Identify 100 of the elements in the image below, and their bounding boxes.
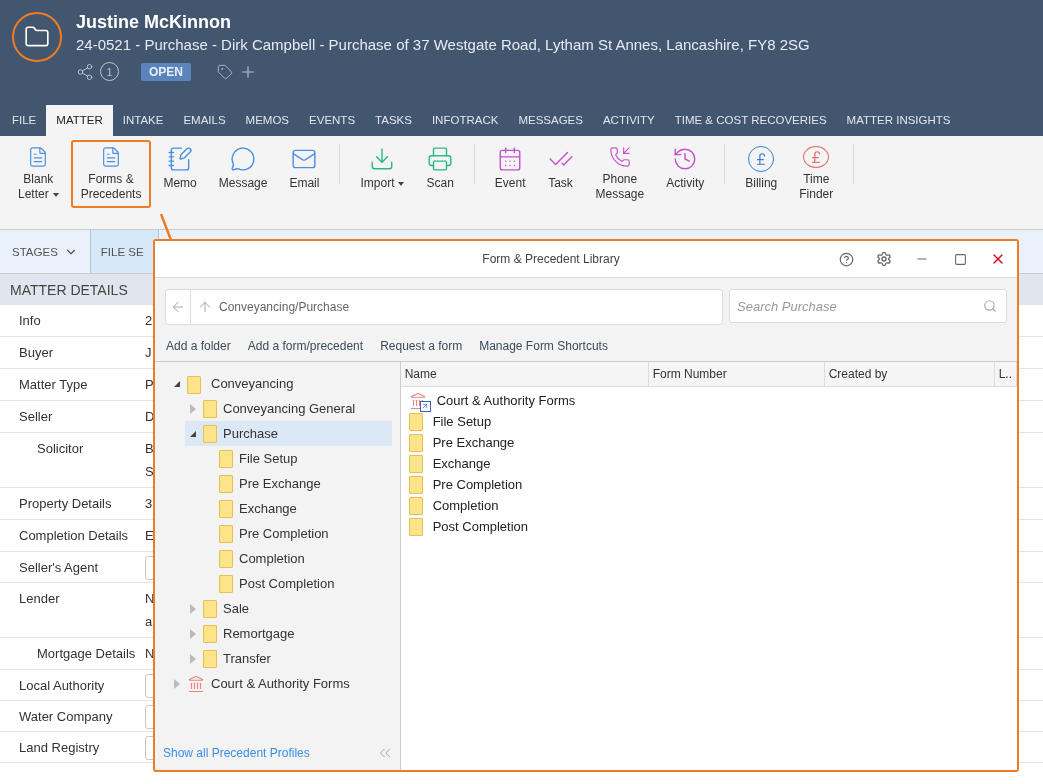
tree-item[interactable]: Conveyancing General [185, 396, 392, 421]
field-label: Seller's Agent [18, 559, 100, 577]
collapsed-icon[interactable] [190, 628, 196, 639]
folder-icon [219, 524, 233, 543]
ribbon-button[interactable]: Scan [416, 140, 464, 208]
menu-tab[interactable]: TIME & COST RECOVERIES [664, 105, 837, 136]
expanded-icon[interactable] [174, 380, 180, 387]
field-value: N [145, 591, 155, 606]
list-item[interactable]: File Setup [400, 411, 1017, 432]
tree-item[interactable]: Remortgage [185, 621, 392, 646]
matter-description: 24-0521 - Purchase - Dirk Campbell - Purchase of 37 Westgate Road, Lytham St Annes, Lancashire, FY8 2SG [76, 36, 810, 53]
ribbon-button[interactable]: Message [208, 140, 278, 208]
menu-tab[interactable]: EVENTS [299, 105, 366, 136]
ribbon-button[interactable]: Forms & Precedents [70, 140, 152, 208]
status-badge: OPEN [141, 62, 191, 81]
field-value: B [145, 441, 154, 456]
collapsed-icon[interactable] [190, 403, 196, 414]
field-label: Solicitor [36, 440, 85, 458]
menu-tab[interactable]: MATTER INSIGHTS [836, 105, 961, 136]
field-value: J [145, 345, 152, 360]
tree-item[interactable]: Pre Exchange [201, 471, 392, 496]
folder-icon [408, 496, 423, 515]
menu-tab[interactable]: FILE [2, 105, 47, 136]
client-name: Justine McKinnon [76, 12, 232, 33]
tree-item[interactable]: Completion [201, 546, 392, 571]
field-value: P [145, 377, 154, 392]
dialog-title: Form & Precedent Library [481, 252, 621, 266]
toolbar-link[interactable]: Add a folder [166, 339, 231, 353]
column-header[interactable]: Created by [824, 362, 995, 386]
ribbon-button[interactable]: Task [537, 140, 584, 208]
ribbon-button[interactable]: Blank Letter [8, 140, 69, 208]
field-value: 2 [145, 313, 153, 328]
column-header[interactable]: Form Number [648, 362, 825, 386]
stages-dropdown[interactable]: STAGES [0, 230, 91, 273]
path-field[interactable]: Conveyancing/Purchase [165, 289, 723, 325]
speech-bubble-icon [230, 146, 257, 172]
list-item[interactable]: Court & Authority Forms [400, 390, 1017, 411]
tree-item[interactable]: Transfer [185, 646, 392, 671]
field-label: Seller [18, 408, 54, 426]
expanded-icon[interactable] [190, 430, 196, 437]
collapsed-icon[interactable] [190, 653, 196, 664]
field-label: Completion Details [18, 527, 130, 545]
caret-icon [398, 181, 405, 186]
menu-tab[interactable]: ACTIVITY [592, 105, 665, 136]
list-item[interactable]: Exchange [400, 453, 1017, 474]
field-value: N [145, 646, 155, 661]
folder-icon [408, 517, 423, 536]
folder-icon [203, 624, 217, 643]
toolbar-link[interactable]: Manage Form Shortcuts [479, 339, 608, 353]
ribbon-button[interactable]: Email [279, 140, 330, 208]
collapsed-icon[interactable] [174, 678, 180, 689]
tree-item[interactable]: Post Completion [201, 571, 392, 596]
search-field[interactable]: Search Purchase [729, 289, 1007, 323]
ribbon-button[interactable]: Activity [656, 140, 715, 208]
folder-icon [203, 649, 217, 668]
folder-icon [408, 454, 423, 473]
field-label: Lender [18, 590, 61, 608]
tree-item[interactable]: Pre Completion [201, 521, 392, 546]
tag-icon[interactable] [217, 63, 233, 80]
ribbon-button[interactable]: Phone Message [585, 140, 655, 208]
folder-icon [219, 474, 233, 493]
menu-tab[interactable]: MESSAGES [508, 105, 593, 136]
list-item[interactable]: Completion [400, 495, 1017, 516]
folder-icon [408, 433, 423, 452]
tree-item[interactable]: Conveyancing [169, 371, 392, 396]
column-header[interactable]: L.. [994, 362, 1017, 386]
tree-item[interactable]: Court & Authority Forms [169, 671, 392, 696]
menu-tab[interactable]: TASKS [365, 105, 422, 136]
field-label: Property Details [18, 495, 113, 513]
ribbon-button[interactable]: Time Finder [789, 140, 844, 208]
menu-tab[interactable]: MEMOS [235, 105, 300, 136]
up-icon[interactable] [197, 299, 213, 315]
folder-icon [219, 499, 233, 518]
menu-tab[interactable]: INFOTRACK [421, 105, 509, 136]
ribbon-button[interactable]: Import [350, 140, 415, 208]
tree-item[interactable]: File Setup [201, 446, 392, 471]
ribbon-button[interactable]: Event [484, 140, 536, 208]
field-label: Local Authority [18, 677, 106, 695]
menu-tab[interactable]: EMAILS [173, 105, 236, 136]
toolbar-link[interactable]: Request a form [380, 339, 463, 353]
ribbon-button[interactable]: Billing [735, 140, 788, 208]
column-header[interactable]: Name [400, 362, 649, 386]
toolbar-link[interactable]: Add a form/precedent [247, 339, 364, 353]
folder-icon [408, 412, 423, 431]
tree-item[interactable]: Exchange [201, 496, 392, 521]
field-value: 3 [145, 496, 153, 511]
menu-tab[interactable]: INTAKE [112, 105, 174, 136]
folder-icon [219, 549, 233, 568]
ribbon-button[interactable]: Memo [153, 140, 207, 208]
tree-item[interactable]: Sale [185, 596, 392, 621]
share-icon[interactable] [76, 62, 94, 81]
caret-icon [52, 192, 59, 197]
tree-item[interactable]: Purchase [185, 421, 392, 446]
stage-tab[interactable]: FILE SE [90, 230, 159, 273]
collapsed-icon[interactable] [190, 603, 196, 614]
courthouse-icon [187, 674, 205, 693]
list-item[interactable]: Pre Exchange [400, 432, 1017, 453]
menu-tab[interactable]: MATTER [46, 105, 113, 136]
list-item[interactable]: Pre Completion [400, 474, 1017, 495]
list-item[interactable]: Post Completion [400, 516, 1017, 537]
